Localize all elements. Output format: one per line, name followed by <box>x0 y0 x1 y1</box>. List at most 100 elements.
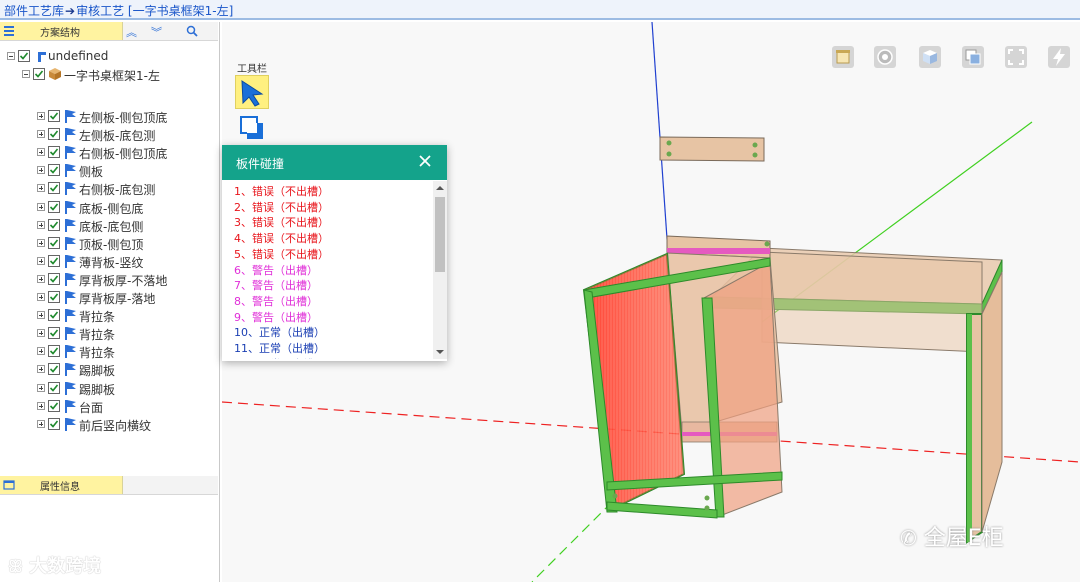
checkbox-part[interactable] <box>48 236 60 249</box>
expand-toggle-icon[interactable] <box>37 184 45 193</box>
checkbox-part[interactable] <box>48 182 60 195</box>
expand-toggle-icon[interactable] <box>37 329 45 338</box>
expand-toggle-icon[interactable] <box>37 130 45 139</box>
tree-node-part[interactable]: 左侧板-侧包顶底 <box>0 108 218 125</box>
tree-node-part[interactable]: 右侧板-侧包顶底 <box>0 144 218 161</box>
checkbox-part[interactable] <box>48 272 60 285</box>
collision-item[interactable]: 8、警告（出槽） <box>234 293 318 309</box>
tree-node-part[interactable]: 厚背板厚-不落地 <box>0 271 218 288</box>
expand-toggle-icon[interactable] <box>37 202 45 211</box>
scroll-thumb[interactable] <box>435 197 445 272</box>
expand-toggle-icon[interactable] <box>37 274 45 283</box>
collision-item[interactable]: 12、正常（出槽） <box>234 356 325 359</box>
collision-item[interactable]: 4、错误（不出槽） <box>234 230 329 246</box>
checkbox-part[interactable] <box>48 254 60 267</box>
tree-node-part[interactable]: 薄背板-竖纹 <box>0 253 218 270</box>
tree-node-part[interactable]: 厚背板厚-落地 <box>0 289 218 306</box>
layer-tool-icon[interactable] <box>238 114 266 142</box>
collision-scrollbar[interactable] <box>433 181 447 359</box>
tree-node-part[interactable]: 侧板 <box>0 162 218 179</box>
checkbox-part[interactable] <box>48 291 60 303</box>
cube-view-icon[interactable] <box>917 44 943 70</box>
breadcrumb-item-current: [一字书桌框架1-左] <box>127 4 234 18</box>
collapse-toggle-icon[interactable] <box>7 52 15 60</box>
tree-node-part[interactable]: 底板-底包侧 <box>0 217 218 234</box>
tree-node-part[interactable]: 背拉条 <box>0 325 218 342</box>
breadcrumb-item-library[interactable]: 部件工艺库 <box>4 4 64 18</box>
part-flag-icon <box>65 164 76 178</box>
tree-node-root[interactable]: undefined <box>0 48 218 65</box>
expand-toggle-icon[interactable] <box>37 347 45 356</box>
collision-item[interactable]: 11、正常（出槽） <box>234 340 325 356</box>
select-tool-button[interactable] <box>235 75 269 109</box>
tree-node-part[interactable]: 顶板-侧包顶 <box>0 235 218 252</box>
tree-node-part[interactable]: 背拉条 <box>0 307 218 324</box>
expand-toggle-icon[interactable] <box>37 383 45 392</box>
checkbox-part[interactable] <box>48 218 60 231</box>
collapse-all-icon[interactable]: ︾ <box>151 24 162 40</box>
checkbox-part[interactable] <box>48 128 60 141</box>
tree-node-part[interactable]: 右侧板-底包测 <box>0 180 218 197</box>
tab-structure-label: 方案结构 <box>40 28 80 39</box>
tree-node-part[interactable]: 踢脚板 <box>0 380 218 397</box>
checkbox-part[interactable] <box>48 200 60 213</box>
checkbox-root[interactable] <box>18 50 30 62</box>
expand-toggle-icon[interactable] <box>37 401 45 410</box>
part-flag-icon <box>65 254 76 268</box>
tree-node-part[interactable]: 背拉条 <box>0 343 218 360</box>
expand-toggle-icon[interactable] <box>37 220 45 229</box>
floating-part-upper[interactable] <box>659 136 765 162</box>
checkbox-group[interactable] <box>33 68 45 80</box>
scroll-down-icon[interactable] <box>433 347 447 357</box>
collision-list: 1、错误（不出槽） 2、错误（不出槽） 3、错误（不出槽） 4、错误（不出槽） 5、错误… <box>222 181 433 359</box>
checkbox-part[interactable] <box>48 381 60 394</box>
collision-item[interactable]: 7、警告（出槽） <box>234 277 318 293</box>
tree-node-part[interactable]: 台面 <box>0 398 218 415</box>
checkbox-part[interactable] <box>48 363 60 376</box>
collision-item[interactable]: 3、错误（不出槽） <box>234 214 329 230</box>
tab-attributes[interactable]: 属性信息 <box>0 476 123 494</box>
tree-node-part[interactable]: 踢脚板 <box>0 361 218 378</box>
tree-node-group[interactable]: 一字书桌框架1-左 <box>0 66 218 83</box>
collision-item[interactable]: 10、正常（出槽） <box>234 324 325 340</box>
checkbox-part[interactable] <box>48 327 60 340</box>
breadcrumb-item-review[interactable]: 审核工艺 <box>76 4 124 18</box>
expand-toggle-icon[interactable] <box>37 166 45 175</box>
expand-toggle-icon[interactable] <box>37 365 45 374</box>
collision-item[interactable]: 5、错误（不出槽） <box>234 246 329 262</box>
checkbox-part[interactable] <box>48 345 60 358</box>
expand-toggle-icon[interactable] <box>37 256 45 265</box>
checkbox-part[interactable] <box>48 146 60 159</box>
collision-item[interactable]: 2、错误（不出槽） <box>234 199 329 215</box>
checkbox-part[interactable] <box>48 164 60 177</box>
scroll-up-icon[interactable] <box>433 183 447 193</box>
expand-toggle-icon[interactable] <box>37 148 45 157</box>
expand-toggle-icon[interactable] <box>37 419 45 428</box>
collision-item[interactable]: 1、错误（不出槽） <box>234 183 329 199</box>
expand-toggle-icon[interactable] <box>37 112 45 120</box>
expand-all-icon[interactable]: ︽ <box>126 24 137 40</box>
collision-item[interactable]: 9、警告（出槽） <box>234 309 318 325</box>
cabinet-body[interactable] <box>582 235 783 519</box>
tree-node-part[interactable]: 底板-侧包底 <box>0 199 218 216</box>
expand-toggle-icon[interactable] <box>37 293 45 301</box>
checkbox-part[interactable] <box>48 309 60 322</box>
checkbox-part[interactable] <box>48 399 60 412</box>
camera-icon[interactable] <box>872 44 898 70</box>
close-icon[interactable] <box>418 154 432 168</box>
tree-node-part[interactable]: 前后竖向横纹 <box>0 416 218 433</box>
part-flag-icon <box>65 399 76 413</box>
expand-toggle-icon[interactable] <box>37 311 45 320</box>
flash-icon[interactable] <box>1046 44 1072 70</box>
expand-toggle-icon[interactable] <box>37 238 45 247</box>
fullscreen-icon[interactable] <box>1003 44 1029 70</box>
tab-structure[interactable]: 方案结构 <box>0 22 123 40</box>
collapse-toggle-icon[interactable] <box>22 70 30 78</box>
search-icon[interactable] <box>186 25 198 37</box>
checkbox-part[interactable] <box>48 417 60 430</box>
box-view-icon[interactable] <box>830 44 856 70</box>
tree-node-part[interactable]: 左侧板-底包测 <box>0 126 218 143</box>
layer-view-icon[interactable] <box>960 44 986 70</box>
collision-item[interactable]: 6、警告（出槽） <box>234 262 318 278</box>
checkbox-part[interactable] <box>48 110 60 122</box>
